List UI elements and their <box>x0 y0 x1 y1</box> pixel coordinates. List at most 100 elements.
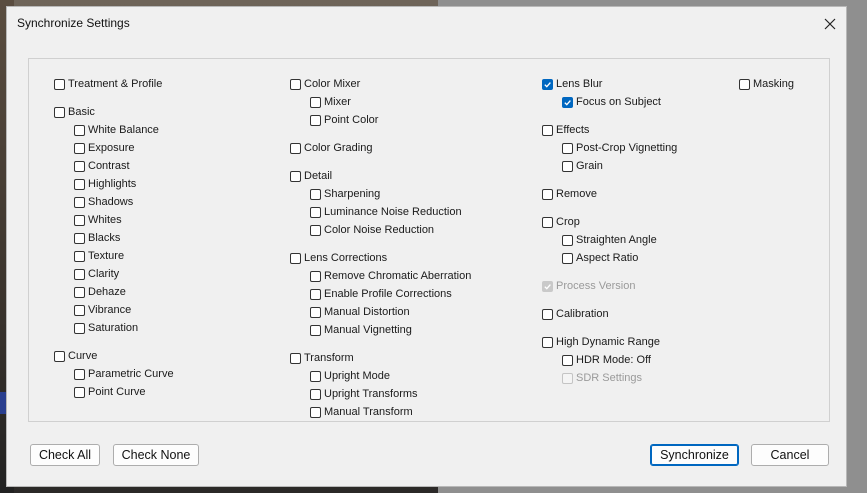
checkbox[interactable] <box>74 142 85 154</box>
checkbox[interactable] <box>74 196 85 208</box>
setting-sharpening[interactable]: Sharpening <box>310 185 380 203</box>
cancel-button[interactable]: Cancel <box>751 444 829 466</box>
checkbox[interactable] <box>74 322 85 334</box>
setting-effects[interactable]: Effects <box>542 121 589 139</box>
setting-remove[interactable]: Remove <box>542 185 597 203</box>
setting-mixer[interactable]: Mixer <box>310 93 351 111</box>
checkbox[interactable] <box>310 388 321 400</box>
setting-vibrance[interactable]: Vibrance <box>74 301 131 319</box>
checkbox[interactable] <box>310 288 321 300</box>
setting-exposure[interactable]: Exposure <box>74 139 134 157</box>
setting-aspect-ratio[interactable]: Aspect Ratio <box>562 249 638 267</box>
checkbox[interactable] <box>562 142 573 154</box>
checkbox[interactable] <box>74 304 85 316</box>
checkbox[interactable] <box>310 224 321 236</box>
setting-lens-corrections[interactable]: Lens Corrections <box>290 249 387 267</box>
checkbox[interactable] <box>310 206 321 218</box>
checkbox[interactable] <box>290 170 301 182</box>
setting-crop[interactable]: Crop <box>542 213 580 231</box>
checkbox[interactable] <box>739 78 750 90</box>
checkbox[interactable] <box>74 250 85 262</box>
checkbox[interactable] <box>310 306 321 318</box>
checkbox[interactable] <box>74 178 85 190</box>
check-none-button[interactable]: Check None <box>113 444 199 466</box>
checkbox[interactable] <box>290 78 301 90</box>
setting-manual-transform[interactable]: Manual Transform <box>310 403 413 421</box>
checkbox[interactable] <box>74 286 85 298</box>
checkbox[interactable] <box>562 252 573 264</box>
setting-whites[interactable]: Whites <box>74 211 122 229</box>
setting-transform[interactable]: Transform <box>290 349 354 367</box>
setting-blacks[interactable]: Blacks <box>74 229 120 247</box>
checkbox[interactable] <box>542 216 553 228</box>
checkbox[interactable] <box>310 96 321 108</box>
checkbox[interactable] <box>290 252 301 264</box>
setting-shadows[interactable]: Shadows <box>74 193 133 211</box>
setting-color-noise-reduction[interactable]: Color Noise Reduction <box>310 221 434 239</box>
setting-detail[interactable]: Detail <box>290 167 332 185</box>
checkbox[interactable] <box>74 368 85 380</box>
setting-upright-transforms[interactable]: Upright Transforms <box>310 385 418 403</box>
checkbox[interactable] <box>74 160 85 172</box>
checkbox[interactable] <box>562 354 573 366</box>
check-all-button[interactable]: Check All <box>30 444 100 466</box>
setting-texture[interactable]: Texture <box>74 247 124 265</box>
checkbox[interactable] <box>310 270 321 282</box>
setting-treatment-profile[interactable]: Treatment & Profile <box>54 75 162 93</box>
setting-color-grading[interactable]: Color Grading <box>290 139 372 157</box>
checkbox[interactable] <box>542 124 553 136</box>
checkbox[interactable] <box>310 406 321 418</box>
setting-high-dynamic-range[interactable]: High Dynamic Range <box>542 333 660 351</box>
close-button[interactable] <box>813 9 847 39</box>
setting-upright-mode[interactable]: Upright Mode <box>310 367 390 385</box>
setting-masking[interactable]: Masking <box>739 75 794 93</box>
setting-color-mixer[interactable]: Color Mixer <box>290 75 360 93</box>
setting-basic[interactable]: Basic <box>54 103 95 121</box>
setting-dehaze[interactable]: Dehaze <box>74 283 126 301</box>
checkbox[interactable] <box>54 106 65 118</box>
checkbox[interactable] <box>310 324 321 336</box>
setting-enable-profile-corrections[interactable]: Enable Profile Corrections <box>310 285 452 303</box>
checkbox[interactable] <box>562 160 573 172</box>
checkbox[interactable] <box>542 308 553 320</box>
checkbox[interactable] <box>310 370 321 382</box>
setting-manual-vignetting[interactable]: Manual Vignetting <box>310 321 412 339</box>
setting-saturation[interactable]: Saturation <box>74 319 138 337</box>
checkbox[interactable] <box>290 352 301 364</box>
setting-post-crop-vignetting[interactable]: Post-Crop Vignetting <box>562 139 677 157</box>
checkbox[interactable] <box>310 188 321 200</box>
setting-clarity[interactable]: Clarity <box>74 265 119 283</box>
setting-white-balance[interactable]: White Balance <box>74 121 159 139</box>
setting-label: Treatment & Profile <box>68 78 163 90</box>
setting-luminance-noise-reduction[interactable]: Luminance Noise Reduction <box>310 203 462 221</box>
checkbox[interactable] <box>310 114 321 126</box>
setting-curve[interactable]: Curve <box>54 347 97 365</box>
setting-hdr-mode-off[interactable]: HDR Mode: Off <box>562 351 651 369</box>
setting-lens-blur[interactable]: Lens Blur <box>542 75 602 93</box>
checkbox[interactable] <box>74 214 85 226</box>
checkbox[interactable] <box>74 268 85 280</box>
checkbox[interactable] <box>74 386 85 398</box>
checkbox[interactable] <box>290 142 301 154</box>
setting-remove-chromatic-aberration[interactable]: Remove Chromatic Aberration <box>310 267 471 285</box>
setting-grain[interactable]: Grain <box>562 157 603 175</box>
setting-manual-distortion[interactable]: Manual Distortion <box>310 303 410 321</box>
checkbox[interactable] <box>562 96 573 108</box>
setting-calibration[interactable]: Calibration <box>542 305 609 323</box>
checkbox[interactable] <box>54 350 65 362</box>
checkbox[interactable] <box>74 124 85 136</box>
synchronize-button[interactable]: Synchronize <box>650 444 739 466</box>
setting-focus-on-subject[interactable]: Focus on Subject <box>562 93 661 111</box>
setting-point-curve[interactable]: Point Curve <box>74 383 145 401</box>
checkbox[interactable] <box>542 78 553 90</box>
checkbox[interactable] <box>542 188 553 200</box>
setting-highlights[interactable]: Highlights <box>74 175 136 193</box>
checkbox[interactable] <box>54 78 65 90</box>
setting-straighten-angle[interactable]: Straighten Angle <box>562 231 657 249</box>
checkbox[interactable] <box>542 336 553 348</box>
setting-parametric-curve[interactable]: Parametric Curve <box>74 365 174 383</box>
checkbox[interactable] <box>74 232 85 244</box>
setting-contrast[interactable]: Contrast <box>74 157 130 175</box>
checkbox[interactable] <box>562 234 573 246</box>
setting-point-color[interactable]: Point Color <box>310 111 378 129</box>
